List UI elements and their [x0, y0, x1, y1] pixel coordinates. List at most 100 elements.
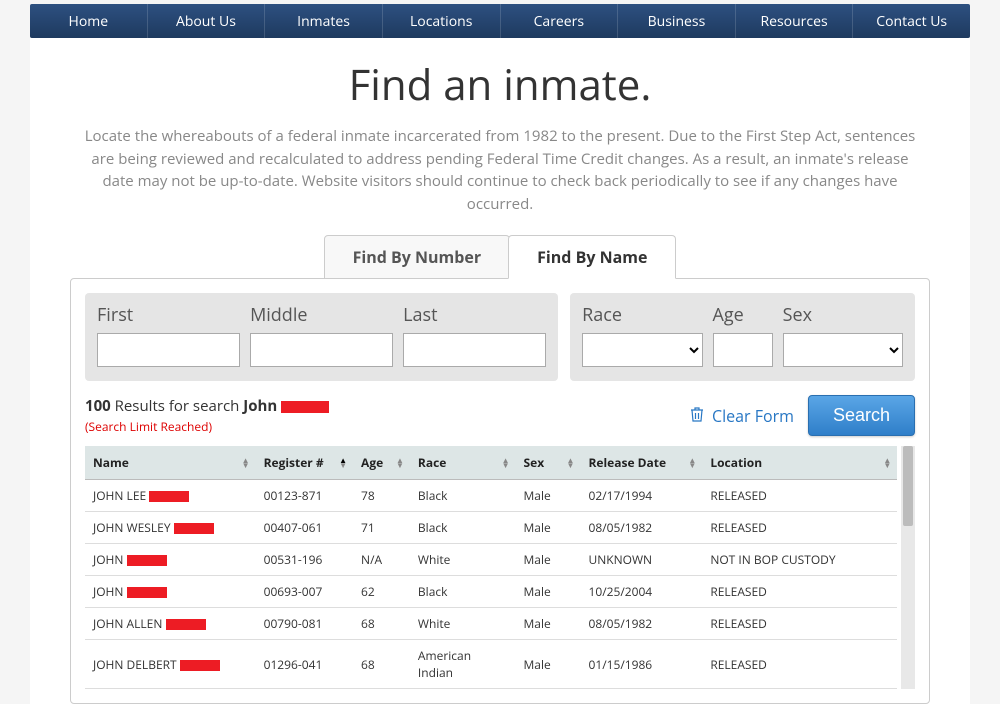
redacted-lastname [127, 587, 167, 598]
cell-race: Black [410, 576, 516, 608]
cell-age: 68 [353, 640, 410, 689]
first-input[interactable] [97, 333, 240, 367]
sort-icon: ▲▼ [688, 458, 696, 468]
cell-location: RELEASED [702, 480, 897, 512]
results-table: Name▲▼ Register #▲▼ Age▲▼ Race▲▼ Sex▲▼ R… [85, 446, 897, 689]
cell-name: JOHN DELBERT [85, 640, 256, 689]
first-label: First [97, 303, 240, 327]
cell-release: 08/05/1982 [580, 512, 702, 544]
redacted-lastname [127, 555, 167, 566]
race-label: Race [582, 303, 702, 327]
scrollbar[interactable] [901, 446, 915, 689]
nav-contact[interactable]: Contact Us [853, 4, 970, 38]
nav-about[interactable]: About Us [148, 4, 266, 38]
search-panel: First Middle Last Race Age [70, 278, 930, 704]
col-release[interactable]: Release Date▲▼ [580, 446, 702, 480]
age-label: Age [713, 303, 773, 327]
cell-location: NOT IN BOP CUSTODY [702, 544, 897, 576]
cell-sex: Male [516, 640, 581, 689]
clear-form-label: Clear Form [712, 405, 794, 427]
sex-label: Sex [783, 303, 903, 327]
cell-release: 08/05/1982 [580, 608, 702, 640]
redacted-lastname [174, 523, 214, 534]
cell-location: RELEASED [702, 576, 897, 608]
page-title: Find an inmate. [70, 56, 930, 113]
demo-field-group: Race Age Sex [570, 293, 915, 381]
cell-age: 78 [353, 480, 410, 512]
cell-register: 00407-061 [256, 512, 353, 544]
redacted-lastname [180, 660, 220, 671]
cell-release: 02/17/1994 [580, 480, 702, 512]
sex-select[interactable] [783, 333, 903, 367]
sort-icon: ▲▼ [567, 458, 575, 468]
redacted-term [281, 401, 329, 413]
cell-race: Black [410, 480, 516, 512]
nav-careers[interactable]: Careers [501, 4, 619, 38]
nav-resources[interactable]: Resources [736, 4, 854, 38]
main-nav: Home About Us Inmates Locations Careers … [30, 4, 970, 38]
search-button[interactable]: Search [808, 395, 915, 436]
clear-form-link[interactable]: Clear Form [690, 404, 794, 427]
table-row[interactable]: JOHN LEE 00123-87178BlackMale02/17/1994R… [85, 480, 897, 512]
content-area: Find an inmate. Locate the whereabouts o… [30, 38, 970, 704]
nav-locations[interactable]: Locations [383, 4, 501, 38]
limit-reached-text: (Search Limit Reached) [85, 418, 329, 435]
table-row[interactable]: JOHN 00531-196N/AWhiteMaleUNKNOWNNOT IN … [85, 544, 897, 576]
trash-icon [690, 404, 704, 427]
table-row[interactable]: JOHN ALLEN 00790-08168WhiteMale08/05/198… [85, 608, 897, 640]
col-location[interactable]: Location▲▼ [702, 446, 897, 480]
cell-register: 00531-196 [256, 544, 353, 576]
search-tabs: Find By Number Find By Name [70, 235, 930, 279]
race-select[interactable] [582, 333, 702, 367]
cell-release: 01/15/1986 [580, 640, 702, 689]
cell-sex: Male [516, 544, 581, 576]
last-label: Last [403, 303, 546, 327]
cell-location: RELEASED [702, 640, 897, 689]
cell-location: RELEASED [702, 512, 897, 544]
results-label: Results for search [111, 396, 244, 416]
nav-business[interactable]: Business [618, 4, 736, 38]
col-race[interactable]: Race▲▼ [410, 446, 516, 480]
col-age[interactable]: Age▲▼ [353, 446, 410, 480]
nav-inmates[interactable]: Inmates [265, 4, 383, 38]
cell-sex: Male [516, 608, 581, 640]
cell-age: N/A [353, 544, 410, 576]
sort-icon: ▲▼ [883, 458, 891, 468]
nav-home[interactable]: Home [30, 4, 148, 38]
redacted-lastname [149, 491, 189, 502]
tab-find-by-number[interactable]: Find By Number [324, 235, 511, 279]
scrollbar-thumb[interactable] [903, 446, 913, 526]
middle-input[interactable] [250, 333, 393, 367]
intro-text: Locate the whereabouts of a federal inma… [75, 125, 925, 215]
cell-release: UNKNOWN [580, 544, 702, 576]
cell-name: JOHN LEE [85, 480, 256, 512]
cell-location: RELEASED [702, 608, 897, 640]
cell-sex: Male [516, 512, 581, 544]
table-row[interactable]: JOHN 00693-00762BlackMale10/25/2004RELEA… [85, 576, 897, 608]
cell-age: 62 [353, 576, 410, 608]
cell-age: 71 [353, 512, 410, 544]
age-input[interactable] [713, 333, 773, 367]
col-name[interactable]: Name▲▼ [85, 446, 256, 480]
cell-register: 01296-041 [256, 640, 353, 689]
cell-race: White [410, 544, 516, 576]
results-info: 100 Results for search John (Search Limi… [85, 396, 329, 435]
sort-icon: ▲▼ [339, 458, 347, 468]
cell-release: 10/25/2004 [580, 576, 702, 608]
table-row[interactable]: JOHN WESLEY 00407-06171BlackMale08/05/19… [85, 512, 897, 544]
tab-find-by-name[interactable]: Find By Name [508, 235, 676, 279]
cell-sex: Male [516, 480, 581, 512]
cell-name: JOHN [85, 544, 256, 576]
table-row[interactable]: JOHN DELBERT 01296-04168American IndianM… [85, 640, 897, 689]
results-count-number: 100 [85, 396, 111, 416]
cell-name: JOHN [85, 576, 256, 608]
sort-icon: ▲▼ [242, 458, 250, 468]
cell-name: JOHN ALLEN [85, 608, 256, 640]
last-input[interactable] [403, 333, 546, 367]
cell-sex: Male [516, 576, 581, 608]
cell-race: White [410, 608, 516, 640]
col-sex[interactable]: Sex▲▼ [516, 446, 581, 480]
sort-icon: ▲▼ [396, 458, 404, 468]
cell-register: 00790-081 [256, 608, 353, 640]
col-register[interactable]: Register #▲▼ [256, 446, 353, 480]
